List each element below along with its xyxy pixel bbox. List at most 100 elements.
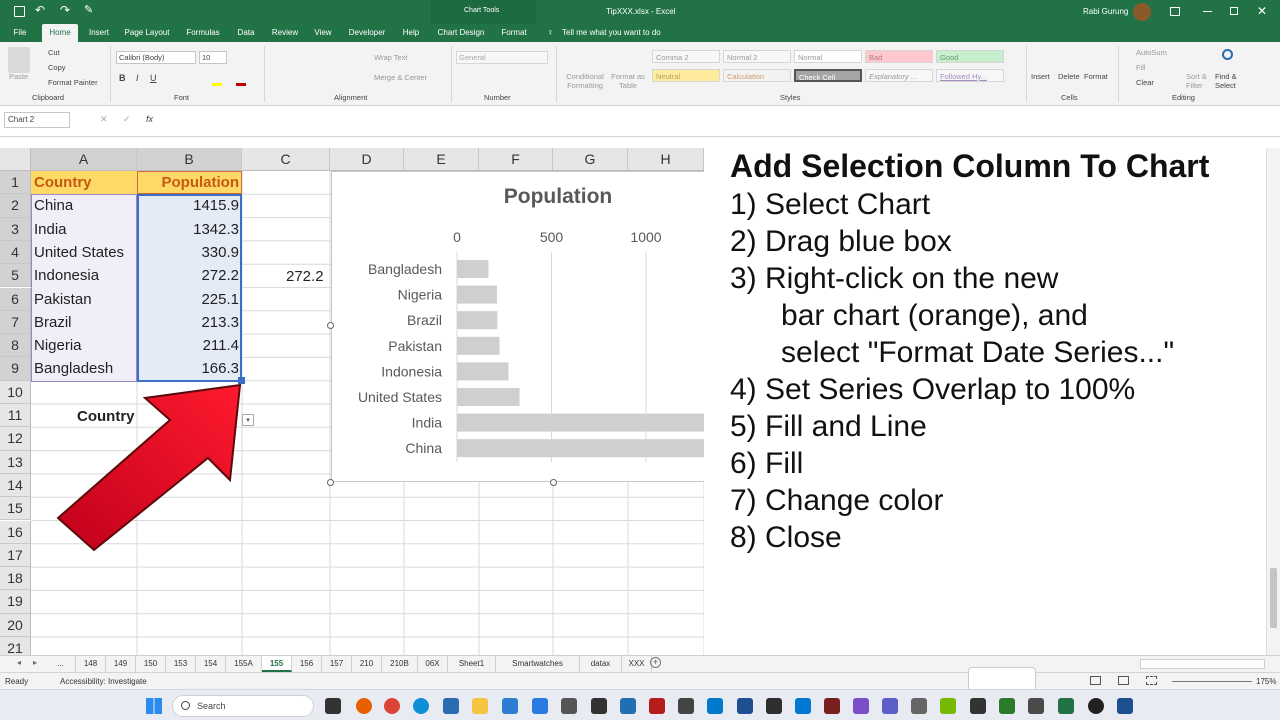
app-icon[interactable] [620,698,636,714]
app-icon[interactable] [853,698,869,714]
table-cell[interactable]: China [34,194,73,217]
table-cell[interactable]: 1342.3 [137,218,239,241]
style-normal-2[interactable]: Normal 2 [723,50,791,63]
app-icon[interactable] [824,698,840,714]
windows-start-icon[interactable] [146,698,162,714]
sheet-tab[interactable]: 157 [322,656,352,672]
app-icon[interactable] [561,698,577,714]
teams-icon[interactable] [882,698,898,714]
page-layout-icon[interactable] [1118,676,1129,685]
tab-chart-design[interactable]: Chart Design [436,24,486,42]
sheet-tab[interactable]: Sheet1 [448,656,496,672]
sheet-tab[interactable]: 155 [262,656,292,672]
sheet-tab[interactable]: datax [580,656,622,672]
tab-format[interactable]: Format [497,24,531,42]
fill-button[interactable]: Fill [1136,63,1146,72]
chart-bar[interactable] [457,413,711,432]
sheet-tab[interactable]: 156 [292,656,322,672]
scroll-left-icon[interactable]: ◂ [17,658,21,667]
table-cell[interactable]: Indonesia [34,264,99,287]
sheet-tab[interactable]: 210 [352,656,382,672]
avatar[interactable] [1133,3,1151,21]
delete-cells-button[interactable]: Delete [1058,72,1080,81]
row-header[interactable]: 3 [0,217,31,241]
insert-cells-button[interactable]: Insert [1031,72,1050,81]
column-header[interactable]: A [31,148,137,171]
style-calculation[interactable]: Calculation [723,69,791,82]
wrap-text-button[interactable]: Wrap Text [374,53,408,62]
scrollbar-thumb[interactable] [1270,568,1277,628]
style-neutral[interactable]: Neutral [652,69,720,82]
excel-icon[interactable] [1058,698,1074,714]
font-color-icon[interactable] [236,83,246,86]
app-icon[interactable] [999,698,1015,714]
brush-icon[interactable]: ✎ [84,3,93,16]
cut-button[interactable]: Cut [48,48,60,57]
sheet-tab[interactable]: 148 [76,656,106,672]
sheet-tab[interactable]: 149 [106,656,136,672]
app-icon[interactable] [911,698,927,714]
row-header[interactable]: 15 [0,497,31,521]
vertical-scrollbar[interactable] [1266,148,1280,655]
redo-icon[interactable]: ↷ [60,3,70,17]
row-header[interactable]: 14 [0,473,31,498]
sheet-tab[interactable]: 150 [136,656,166,672]
row-header[interactable]: 7 [0,310,31,335]
app-icon[interactable] [1028,698,1044,714]
normal-view-icon[interactable] [1090,676,1101,685]
row-header[interactable]: 4 [0,240,31,265]
new-sheet-icon[interactable]: + [650,657,661,668]
chart-bar[interactable] [457,311,498,330]
style-bad[interactable]: Bad [865,50,933,63]
table-cell[interactable]: Nigeria [34,334,82,357]
app-icon[interactable] [532,698,548,714]
app-icon[interactable] [1117,698,1133,714]
row-header[interactable]: 10 [0,380,31,404]
app-icon[interactable] [795,698,811,714]
sheet-tab[interactable]: 153 [166,656,196,672]
paste-button[interactable] [8,47,30,73]
row-header[interactable]: 13 [0,450,31,474]
table-cell[interactable]: Bangladesh [34,357,113,380]
app-icon[interactable] [502,698,518,714]
style-good[interactable]: Good [936,50,1004,63]
row-header[interactable]: 20 [0,613,31,637]
cancel-icon[interactable]: ✕ [100,114,108,125]
font-name-select[interactable]: Calibri (Body) [116,51,196,64]
autosum-button[interactable]: AutoSum [1136,48,1167,57]
table-cell[interactable]: 211.4 [137,334,239,357]
minimize-icon[interactable] [1203,11,1212,12]
sheet-tab[interactable]: 154 [196,656,226,672]
save-icon[interactable] [14,6,25,17]
column-header[interactable]: C [242,148,330,171]
fill-color-icon[interactable] [212,83,222,86]
style-check-cell[interactable]: Check Cell [794,69,862,82]
chart-bar[interactable] [457,336,500,355]
app-icon[interactable] [766,698,782,714]
edge-icon[interactable] [413,698,429,714]
select-all-corner[interactable] [0,148,31,171]
table-header-cell[interactable]: Population [137,171,240,194]
format-cells-button[interactable]: Format [1084,72,1108,81]
horizontal-scrollbar[interactable] [1140,659,1265,669]
table-cell[interactable]: 213.3 [137,311,239,334]
undo-icon[interactable]: ↶ [35,3,45,17]
chrome-icon[interactable] [384,698,400,714]
taskbar-search[interactable]: Search [172,695,314,717]
italic-button[interactable]: I [136,73,139,83]
row-header[interactable]: 19 [0,590,31,614]
row-header[interactable]: 1 [0,171,31,195]
tab-home[interactable]: Home [42,24,78,42]
underline-button[interactable]: U [150,73,157,83]
sheet-tab[interactable]: 155A [226,656,262,672]
app-icon[interactable] [1088,698,1104,714]
task-view-icon[interactable] [325,698,341,714]
bold-button[interactable]: B [119,73,126,83]
ribbon-display-icon[interactable] [1170,7,1180,16]
app-icon[interactable] [591,698,607,714]
app-icon[interactable] [737,698,753,714]
chart-resize-handle[interactable] [327,479,334,486]
chart-bar[interactable] [457,388,520,406]
style-explanatory[interactable]: Explanatory ... [865,69,933,82]
column-header[interactable]: E [404,148,479,171]
